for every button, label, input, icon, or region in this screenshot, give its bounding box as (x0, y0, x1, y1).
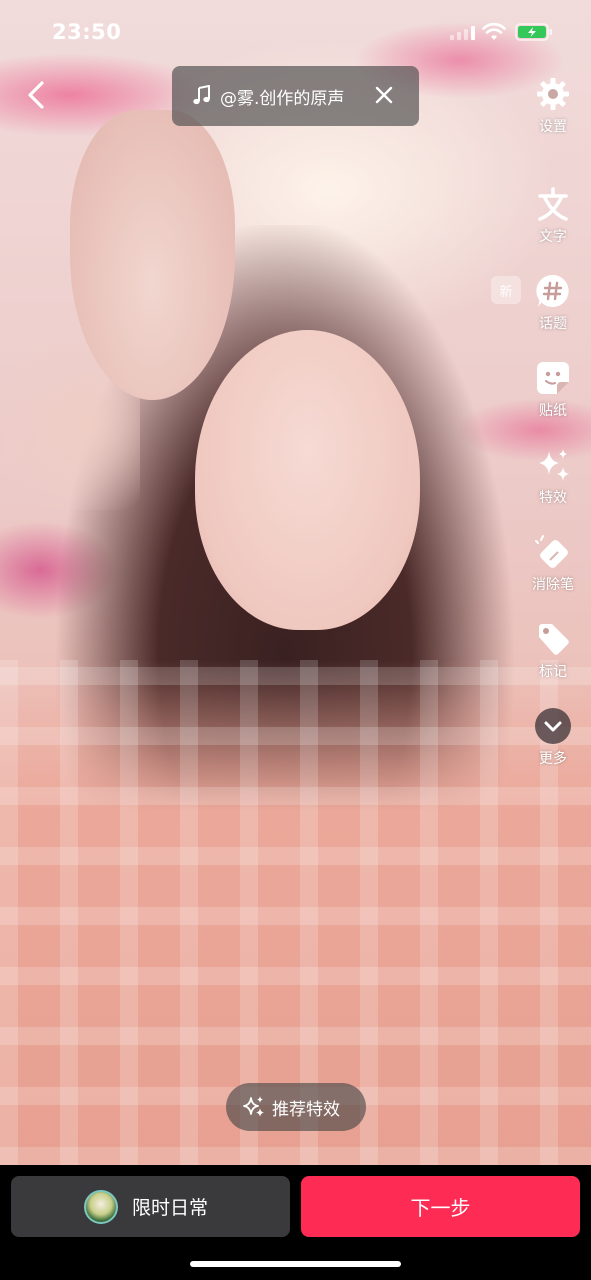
mark-button[interactable]: 标记 (523, 621, 583, 681)
photo-peace-hand (70, 110, 235, 400)
photo-face (195, 330, 420, 630)
text-icon (535, 186, 571, 222)
eraser-icon (535, 534, 571, 570)
wifi-icon (482, 22, 506, 40)
limited-daily-button[interactable]: 限时日常 (11, 1176, 290, 1237)
sparkle-icon (243, 1096, 264, 1117)
text-label: 文字 (539, 229, 567, 245)
mark-label: 标记 (539, 664, 567, 680)
signal-icon (450, 26, 475, 40)
limited-daily-label: 限时日常 (132, 1197, 209, 1219)
music-note-icon (193, 85, 210, 105)
settings-label: 设置 (539, 119, 567, 135)
music-label: @雾.创作的原声 (220, 88, 345, 109)
photo-preview (0, 0, 591, 1165)
chevron-down-icon (535, 708, 571, 744)
hashtag-icon (535, 273, 571, 309)
more-button[interactable]: 更多 (523, 708, 583, 768)
status-bar: 23:50 (0, 0, 591, 66)
new-badge: 新 (491, 276, 521, 304)
recommend-effects-label: 推荐特效 (272, 1099, 340, 1120)
gear-icon (535, 76, 571, 112)
music-selector[interactable]: @雾.创作的原声 (172, 66, 419, 126)
eraser-label: 消除笔 (532, 577, 574, 593)
recommend-effects-button[interactable]: 推荐特效 (226, 1083, 366, 1131)
sticker-button[interactable]: 贴纸 (523, 360, 583, 420)
back-button[interactable] (20, 78, 54, 112)
status-time: 23:50 (52, 20, 122, 44)
home-indicator[interactable] (190, 1261, 401, 1267)
effects-button[interactable]: 特效 (523, 447, 583, 507)
avatar (84, 1189, 118, 1224)
eraser-button[interactable]: 消除笔 (523, 534, 583, 594)
sticker-label: 贴纸 (539, 403, 567, 419)
tag-icon (535, 621, 571, 657)
text-button[interactable]: 文字 (523, 186, 583, 246)
topic-label: 话题 (539, 316, 567, 332)
topic-button[interactable]: 话题 (523, 273, 583, 333)
sparkle-icon (535, 447, 571, 483)
more-label: 更多 (539, 751, 567, 767)
next-step-button[interactable]: 下一步 (301, 1176, 580, 1237)
sticker-icon (535, 360, 571, 396)
close-icon[interactable] (375, 86, 393, 104)
battery-icon (515, 23, 552, 41)
settings-button[interactable]: 设置 (523, 76, 583, 136)
effects-label: 特效 (539, 490, 567, 506)
